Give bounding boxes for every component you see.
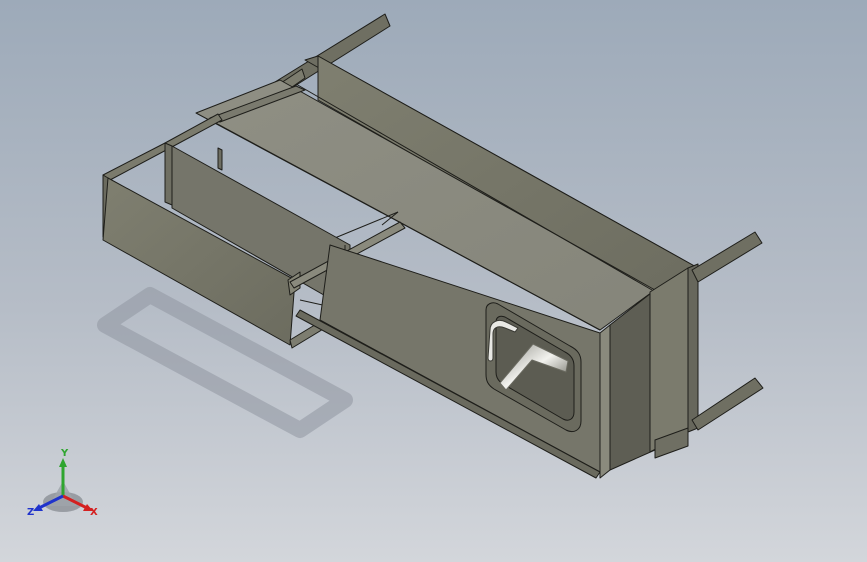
right-rails xyxy=(691,231,764,431)
cad-viewport[interactable]: Y X Z xyxy=(0,0,867,562)
workbench-model[interactable] xyxy=(102,13,764,479)
z-axis-label: Z xyxy=(27,507,34,518)
model-canvas[interactable]: Y X Z xyxy=(0,0,867,562)
x-axis-label: X xyxy=(90,507,98,518)
y-axis-arrow xyxy=(59,458,67,467)
y-axis-label: Y xyxy=(60,448,69,459)
axis-triad: Y X Z xyxy=(27,448,98,518)
